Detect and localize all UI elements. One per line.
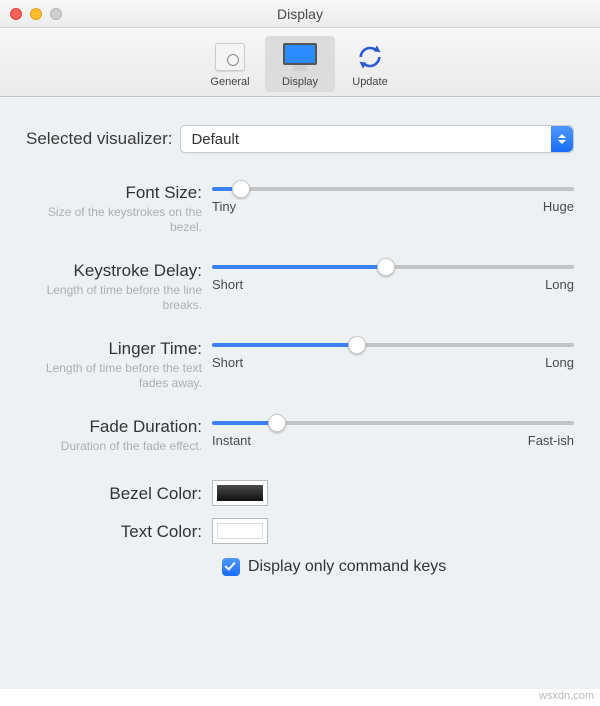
titlebar: Display <box>0 0 600 28</box>
watermark: wsxdn.com <box>539 690 594 702</box>
tab-display[interactable]: Display <box>265 36 335 92</box>
chevron-updown-icon <box>551 126 573 152</box>
visualizer-label: Selected visualizer: <box>26 129 172 149</box>
text-color-well[interactable] <box>212 518 268 544</box>
slider-min: Short <box>212 355 243 370</box>
general-icon <box>213 42 247 72</box>
keystroke-delay-row: Keystroke Delay: Length of time before t… <box>26 261 574 313</box>
fade-duration-slider[interactable] <box>212 421 574 425</box>
linger-time-label: Linger Time: <box>26 339 202 359</box>
window-title: Display <box>0 6 600 22</box>
visualizer-row: Selected visualizer: Default <box>26 125 574 153</box>
content-pane: Selected visualizer: Default Font Size: … <box>0 97 600 689</box>
keystroke-delay-slider[interactable] <box>212 265 574 269</box>
bezel-color-label: Bezel Color: <box>26 484 202 504</box>
slider-min: Short <box>212 277 243 292</box>
visualizer-select[interactable]: Default <box>180 125 574 153</box>
fade-duration-row: Fade Duration: Duration of the fade effe… <box>26 417 574 454</box>
tab-label: Update <box>352 76 387 88</box>
command-keys-checkbox[interactable] <box>222 558 240 576</box>
slider-min: Instant <box>212 433 251 448</box>
slider-max: Long <box>545 355 574 370</box>
tab-label: General <box>210 76 249 88</box>
slider-max: Fast-ish <box>528 433 574 448</box>
slider-min: Tiny <box>212 199 236 214</box>
tab-general[interactable]: General <box>195 36 265 92</box>
tab-update[interactable]: Update <box>335 36 405 92</box>
text-color-label: Text Color: <box>26 522 202 542</box>
visualizer-value: Default <box>191 131 239 148</box>
display-icon <box>283 42 317 72</box>
fade-duration-help: Duration of the fade effect. <box>26 439 202 454</box>
bezel-color-well[interactable] <box>212 480 268 506</box>
command-keys-label: Display only command keys <box>248 558 446 576</box>
tab-label: Display <box>282 76 318 88</box>
linger-time-row: Linger Time: Length of time before the t… <box>26 339 574 391</box>
text-color-row: Text Color: <box>26 518 574 544</box>
slider-max: Long <box>545 277 574 292</box>
font-size-help: Size of the keystrokes on the bezel. <box>26 205 202 235</box>
fade-duration-label: Fade Duration: <box>26 417 202 437</box>
update-icon <box>353 42 387 72</box>
keystroke-delay-help: Length of time before the line breaks. <box>26 283 202 313</box>
check-icon <box>224 559 235 570</box>
font-size-row: Font Size: Size of the keystrokes on the… <box>26 183 574 235</box>
command-keys-row: Display only command keys <box>222 558 574 576</box>
font-size-slider[interactable] <box>212 187 574 191</box>
bezel-color-row: Bezel Color: <box>26 480 574 506</box>
font-size-label: Font Size: <box>26 183 202 203</box>
linger-time-slider[interactable] <box>212 343 574 347</box>
slider-max: Huge <box>543 199 574 214</box>
toolbar: General Display Update <box>0 28 600 97</box>
linger-time-help: Length of time before the text fades awa… <box>26 361 202 391</box>
keystroke-delay-label: Keystroke Delay: <box>26 261 202 281</box>
